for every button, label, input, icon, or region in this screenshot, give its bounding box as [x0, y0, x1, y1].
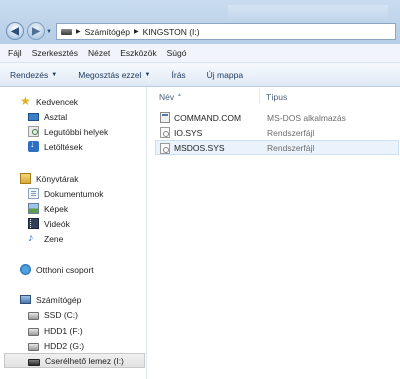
com-file-icon: [160, 112, 170, 123]
videos-icon: [28, 218, 39, 229]
nav-label: Videók: [44, 218, 70, 229]
burn-label: Írás: [171, 69, 186, 80]
nav-favorites[interactable]: ★ Kedvencek: [20, 94, 166, 109]
homegroup-icon: [20, 264, 31, 275]
nav-homegroup[interactable]: Otthoni csoport: [20, 262, 166, 277]
nav-label: HDD1 (F:): [44, 325, 83, 336]
hard-disk-icon: [28, 327, 39, 336]
file-name: MSDOS.SYS: [174, 142, 225, 153]
nav-label: Számítógép: [36, 294, 82, 305]
desktop-icon: [28, 112, 39, 121]
column-header-name[interactable]: ▲ Név: [159, 92, 182, 102]
command-toolbar: Rendezés ▼ Megosztás ezzel ▼ Írás Új map…: [0, 63, 400, 87]
chevron-down-icon: ▼: [51, 71, 58, 78]
burn-button[interactable]: Írás: [172, 70, 186, 80]
file-type: Rendszerfájl: [267, 142, 315, 153]
nav-libraries[interactable]: Könyvtárak: [20, 171, 166, 186]
nav-label: HDD2 (G:): [44, 340, 85, 351]
breadcrumb-drive[interactable]: KINGSTON (I:): [143, 27, 200, 37]
breadcrumb-chevron-icon[interactable]: ▶: [134, 28, 139, 35]
share-with-button[interactable]: Megosztás ezzel ▼: [78, 70, 150, 80]
download-icon: [28, 139, 39, 152]
forward-button[interactable]: ▶: [27, 22, 45, 40]
nav-label: Legutóbbi helyek: [44, 126, 109, 137]
file-row-selected[interactable]: MSDOS.SYS Rendszerfájl: [155, 140, 399, 155]
documents-icon: [28, 188, 39, 199]
computer-icon: [20, 295, 31, 304]
nav-computer[interactable]: Számítógép: [20, 292, 166, 307]
library-icon: [20, 173, 31, 184]
nav-label: Könyvtárak: [36, 173, 79, 184]
nav-label: Cserélhető lemez (I:): [45, 355, 124, 366]
pictures-icon: [28, 203, 39, 214]
nav-label: Asztal: [44, 111, 68, 122]
menu-tools[interactable]: Eszközök: [120, 48, 156, 58]
address-bar[interactable]: ▶ Számítógép ▶ KINGSTON (I:): [56, 23, 396, 40]
menu-help[interactable]: Súgó: [167, 48, 187, 58]
removable-disk-icon: [28, 359, 40, 366]
nav-label: SSD (C:): [44, 309, 78, 320]
menu-view[interactable]: Nézet: [88, 48, 110, 58]
file-type: MS-DOS alkalmazás: [267, 112, 346, 123]
file-list: ▲ Név Típus COMMAND.COM MS-DOS alkalmazá…: [148, 87, 400, 379]
new-folder-button[interactable]: Új mappa: [207, 70, 243, 80]
navigation-pane: ★ Kedvencek Asztal Legutóbbi helyek Letö…: [0, 87, 147, 379]
menu-edit[interactable]: Szerkesztés: [32, 48, 78, 58]
music-icon: ♪: [28, 232, 34, 244]
new-folder-label: Új mappa: [206, 69, 244, 80]
nav-label: Zene: [44, 233, 64, 244]
nav-label: Otthoni csoport: [36, 264, 94, 275]
column-header-name-label: Név: [159, 92, 175, 102]
sort-caret-icon: ▲: [177, 92, 182, 98]
column-header-type[interactable]: Típus: [266, 92, 287, 102]
organize-button[interactable]: Rendezés ▼: [10, 70, 57, 80]
menu-bar: Fájl Szerkesztés Nézet Eszközök Súgó: [0, 44, 400, 63]
back-arrow-icon: ◀: [11, 25, 19, 37]
sys-file-icon: [160, 127, 170, 138]
file-name: IO.SYS: [174, 127, 203, 138]
breadcrumb-chevron-icon[interactable]: ▶: [76, 28, 81, 35]
background-window-title: [228, 5, 388, 19]
star-icon: ★: [20, 94, 31, 108]
nav-label: Letöltések: [44, 141, 83, 152]
file-row[interactable]: COMMAND.COM MS-DOS alkalmazás: [156, 110, 400, 125]
drive-icon: [61, 28, 72, 35]
forward-arrow-icon: ▶: [32, 25, 40, 37]
back-button[interactable]: ◀: [6, 22, 24, 40]
recent-places-icon: [28, 126, 39, 137]
breadcrumb-computer[interactable]: Számítógép: [85, 27, 130, 37]
share-with-label: Megosztás ezzel: [78, 69, 142, 80]
hard-disk-icon: [28, 342, 39, 351]
recent-pages-dropdown-icon[interactable]: ▼: [46, 29, 52, 35]
menu-file[interactable]: Fájl: [8, 48, 22, 58]
sys-file-icon: [160, 143, 170, 154]
organize-label: Rendezés: [10, 69, 49, 80]
file-type: Rendszerfájl: [267, 127, 315, 138]
file-row[interactable]: IO.SYS Rendszerfájl: [156, 125, 400, 140]
nav-label: Dokumentumok: [44, 188, 104, 199]
hard-disk-icon: [28, 311, 39, 320]
nav-drive-i[interactable]: Cserélhető lemez (I:): [4, 353, 145, 368]
chevron-down-icon: ▼: [144, 71, 151, 78]
title-bar: ◀ ▶ ▼ ▶ Számítógép ▶ KINGSTON (I:): [0, 0, 400, 44]
file-name: COMMAND.COM: [174, 112, 242, 123]
nav-label: Képek: [44, 203, 69, 214]
column-divider[interactable]: [259, 89, 260, 103]
nav-label: Kedvencek: [36, 96, 79, 107]
